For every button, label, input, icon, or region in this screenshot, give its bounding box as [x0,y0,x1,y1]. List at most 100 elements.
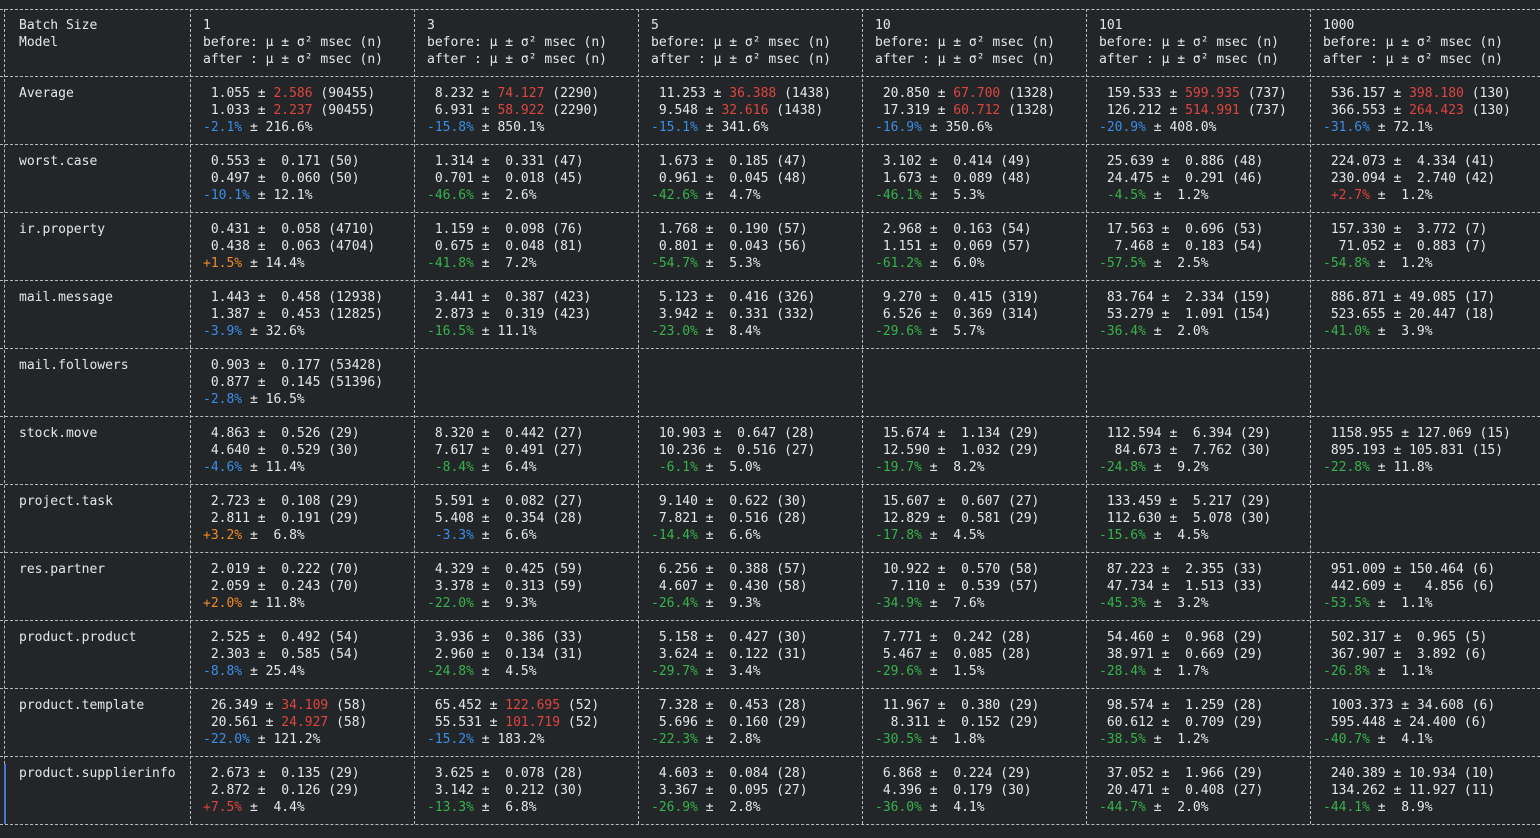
delta-percent: -57.5% [1099,256,1146,271]
delta-variance: ± 4.1% [921,800,985,815]
before-mean: 133.459 ± [1099,494,1186,509]
delta-variance: ± 216.6% [242,120,313,135]
result-cell: 8.320 ± 0.442 (27) 7.617 ± 0.491 (27) -8… [427,425,584,476]
after-count: (42) [1456,171,1496,186]
before-count: (27) [544,494,584,509]
before-variance: 398.180 [1409,86,1464,101]
delta-percent: -26.8% [1323,664,1370,679]
after-count: (29) [1224,715,1264,730]
after-mean: 5.467 ± [875,647,946,662]
delta-percent: -45.3% [1099,596,1146,611]
after-mean: 2.872 ± [203,783,274,798]
after-variance: 0.045 [721,171,769,186]
header-batch-cell: 1000 before: μ ± σ² msec (n) after : μ ± σ… [1323,17,1503,68]
before-variance: 3.772 [1409,222,1457,237]
before-count: (57) [768,222,808,237]
before-mean: 10.922 ± [875,562,954,577]
delta-variance: ± 11.8% [242,596,305,611]
delta-percent: -40.7% [1323,732,1370,747]
after-variance: 24.400 [1409,715,1457,730]
before-label: before: μ ± σ² msec (n) [651,35,832,50]
delta-percent: -31.6% [1323,120,1370,135]
after-mean: 4.640 ± [203,443,274,458]
after-variance: 0.516 [721,511,769,526]
after-mean: 5.696 ± [651,715,722,730]
before-variance: 0.647 [729,426,777,441]
after-count: (2290) [544,103,600,118]
delta-variance: ± 1.8% [921,732,985,747]
after-variance: 0.585 [273,647,321,662]
after-count: (46) [1224,171,1264,186]
model-name: mail.message [19,290,113,305]
delta-variance: ± 2.5% [1145,256,1209,271]
model-name: product.template [19,698,145,713]
result-cell: 83.764 ± 2.334 (159) 53.279 ± 1.091 (154… [1099,289,1271,340]
before-variance: 0.108 [273,494,321,509]
after-count: (12825) [320,307,384,322]
before-mean: 3.441 ± [427,290,498,305]
delta-percent: -42.6% [651,188,698,203]
after-count: (6) [1463,579,1496,594]
after-variance: 0.069 [945,239,993,254]
result-cell: 886.871 ± 49.085 (17) 523.655 ± 20.447 (… [1323,289,1495,340]
delta-percent: -8.4% [427,460,474,475]
batch-size-value: 1 [203,18,211,33]
delta-variance: ± 4.7% [697,188,761,203]
result-cell: 5.591 ± 0.082 (27) 5.408 ± 0.354 (28) -3… [427,493,584,544]
before-variance: 0.425 [497,562,545,577]
model-name: product.supplierinfo [19,766,176,781]
model-name: ir.property [19,222,106,237]
before-mean: 1003.373 ± [1323,698,1417,713]
after-mean: 0.438 ± [203,239,274,254]
result-cell: 224.073 ± 4.334 (41) 230.094 ± 2.740 (42… [1323,153,1495,204]
after-mean: 3.624 ± [651,647,722,662]
delta-percent: -53.5% [1323,596,1370,611]
before-mean: 2.673 ± [203,766,274,781]
delta-percent: -3.9% [203,324,243,339]
result-cell: 2.968 ± 0.163 (54) 1.151 ± 0.069 (57) -61… [875,221,1032,272]
delta-variance: ± 183.2% [473,732,545,747]
after-mean: 12.590 ± [875,443,954,458]
result-cell: 7.328 ± 0.453 (28) 5.696 ± 0.160 (29) -22… [651,697,808,748]
after-mean: 71.052 ± [1323,239,1410,254]
delta-variance: ± 5.3% [921,188,985,203]
after-mean: 12.829 ± [875,511,954,526]
column-separator [862,9,863,824]
delta-percent: -22.0% [427,596,474,611]
after-variance: 0.160 [721,715,769,730]
before-variance: 0.526 [273,426,321,441]
after-variance: 1.091 [1177,307,1225,322]
after-mean: 4.396 ± [875,783,946,798]
before-variance: 0.135 [273,766,321,781]
delta-variance: ± 1.1% [1369,664,1433,679]
after-variance: 4.856 [1409,579,1464,594]
after-count: (29) [768,715,808,730]
before-variance: 150.464 [1409,562,1464,577]
before-mean: 6.868 ± [875,766,946,781]
header-batch-cell: 5 before: μ ± σ² msec (n) after : μ ± σ² m… [651,17,831,68]
model-cell: project.task [19,493,113,510]
before-count: (50) [320,154,360,169]
delta-variance: ± 16.5% [242,392,305,407]
delta-percent: -61.2% [875,256,922,271]
after-count: (58) [328,715,368,730]
delta-percent: -44.7% [1099,800,1146,815]
after-variance: 0.126 [273,783,321,798]
delta-percent: -2.1% [203,120,243,135]
delta-percent: -13.3% [427,800,474,815]
result-cell: 1.673 ± 0.185 (47) 0.961 ± 0.045 (48) -42… [651,153,808,204]
after-mean: 895.193 ± [1323,443,1410,458]
delta-percent: -34.9% [875,596,922,611]
before-mean: 83.764 ± [1099,290,1178,305]
delta-variance: ± 1.2% [1369,256,1433,271]
after-count: (70) [320,579,360,594]
before-mean: 157.330 ± [1323,222,1410,237]
before-count: (47) [768,154,808,169]
before-variance: 0.058 [273,222,321,237]
after-variance: 0.408 [1177,783,1225,798]
result-cell: 37.052 ± 1.966 (29) 20.471 ± 0.408 (27) -… [1099,765,1263,816]
delta-percent: -54.7% [651,256,698,271]
header-batch-cell: 101 before: μ ± σ² msec (n) after : μ ± σ²… [1099,17,1279,68]
delta-variance: ± 9.3% [697,596,761,611]
delta-variance: ± 1.7% [1145,664,1209,679]
